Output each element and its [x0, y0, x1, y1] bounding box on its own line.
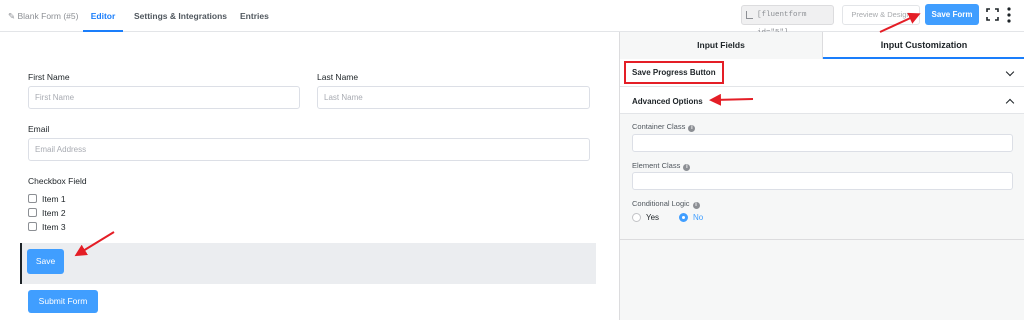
radio-no-label: No — [693, 213, 704, 222]
preview-design-button[interactable]: Preview & Design — [842, 5, 920, 25]
checkbox-item-2[interactable] — [28, 208, 37, 217]
last-name-input[interactable]: Last Name — [317, 86, 590, 109]
advanced-options-title: Advanced Options — [632, 97, 703, 106]
conditional-logic-label: Conditional Logic i — [632, 199, 700, 209]
chevron-up-icon — [1005, 98, 1015, 108]
email-input[interactable]: Email Address — [28, 138, 590, 161]
tab-settings-integrations[interactable]: Settings & Integrations — [134, 0, 227, 32]
checkbox-item-2-label: Item 2 — [42, 208, 66, 218]
fullscreen-icon[interactable] — [986, 8, 999, 21]
container-class-input[interactable] — [632, 134, 1013, 152]
shortcode-copy-box[interactable]: [fluentform id="5"] — [741, 5, 834, 37]
checkbox-item-3-label: Item 3 — [42, 222, 66, 232]
form-title: Blank Form (#5) — [17, 11, 79, 21]
element-class-input[interactable] — [632, 172, 1013, 190]
container-class-label: Container Class i — [632, 122, 696, 132]
panel-tabs: Input Fields Input Customization — [620, 32, 1024, 59]
email-label: Email — [28, 124, 50, 134]
breadcrumb[interactable]: ✎ Blank Form (#5) — [8, 0, 78, 32]
form-canvas: First Name First Name Last Name Last Nam… — [0, 32, 619, 320]
first-name-input[interactable]: First Name — [28, 86, 300, 109]
checkbox-item-3[interactable] — [28, 222, 37, 231]
more-vertical-icon[interactable] — [1007, 7, 1011, 23]
radio-no[interactable] — [679, 213, 688, 222]
copy-icon — [746, 11, 753, 19]
advanced-options-section-header[interactable]: Advanced Options — [620, 86, 1024, 114]
radio-yes-label: Yes — [646, 213, 660, 222]
last-name-label: Last Name — [317, 72, 359, 82]
tab-entries[interactable]: Entries — [240, 0, 269, 32]
tab-input-fields[interactable]: Input Fields — [620, 32, 823, 59]
tab-editor[interactable]: Editor — [83, 0, 123, 32]
radio-yes[interactable] — [632, 213, 641, 222]
save-form-button[interactable]: Save Form — [925, 4, 979, 25]
panel-divider — [620, 239, 1024, 240]
info-icon: i — [692, 202, 700, 209]
annotation-box — [624, 61, 724, 84]
first-name-label: First Name — [28, 72, 70, 82]
checkbox-field-label: Checkbox Field — [28, 176, 87, 186]
top-bar: ✎ Blank Form (#5) Editor Settings & Inte… — [0, 0, 1024, 37]
save-progress-field-selected[interactable] — [20, 243, 596, 284]
save-progress-button[interactable]: Save — [27, 249, 64, 274]
chevron-down-icon — [1005, 67, 1015, 77]
edit-icon: ✎ — [8, 11, 16, 21]
checkbox-item-1[interactable] — [28, 194, 37, 203]
checkbox-item-1-label: Item 1 — [42, 194, 66, 204]
submit-form-button[interactable]: Submit Form — [28, 290, 98, 313]
info-icon: i — [688, 125, 696, 132]
info-icon: i — [683, 164, 691, 171]
element-class-label: Element Class i — [632, 161, 691, 171]
tab-input-customization[interactable]: Input Customization — [823, 32, 1024, 59]
